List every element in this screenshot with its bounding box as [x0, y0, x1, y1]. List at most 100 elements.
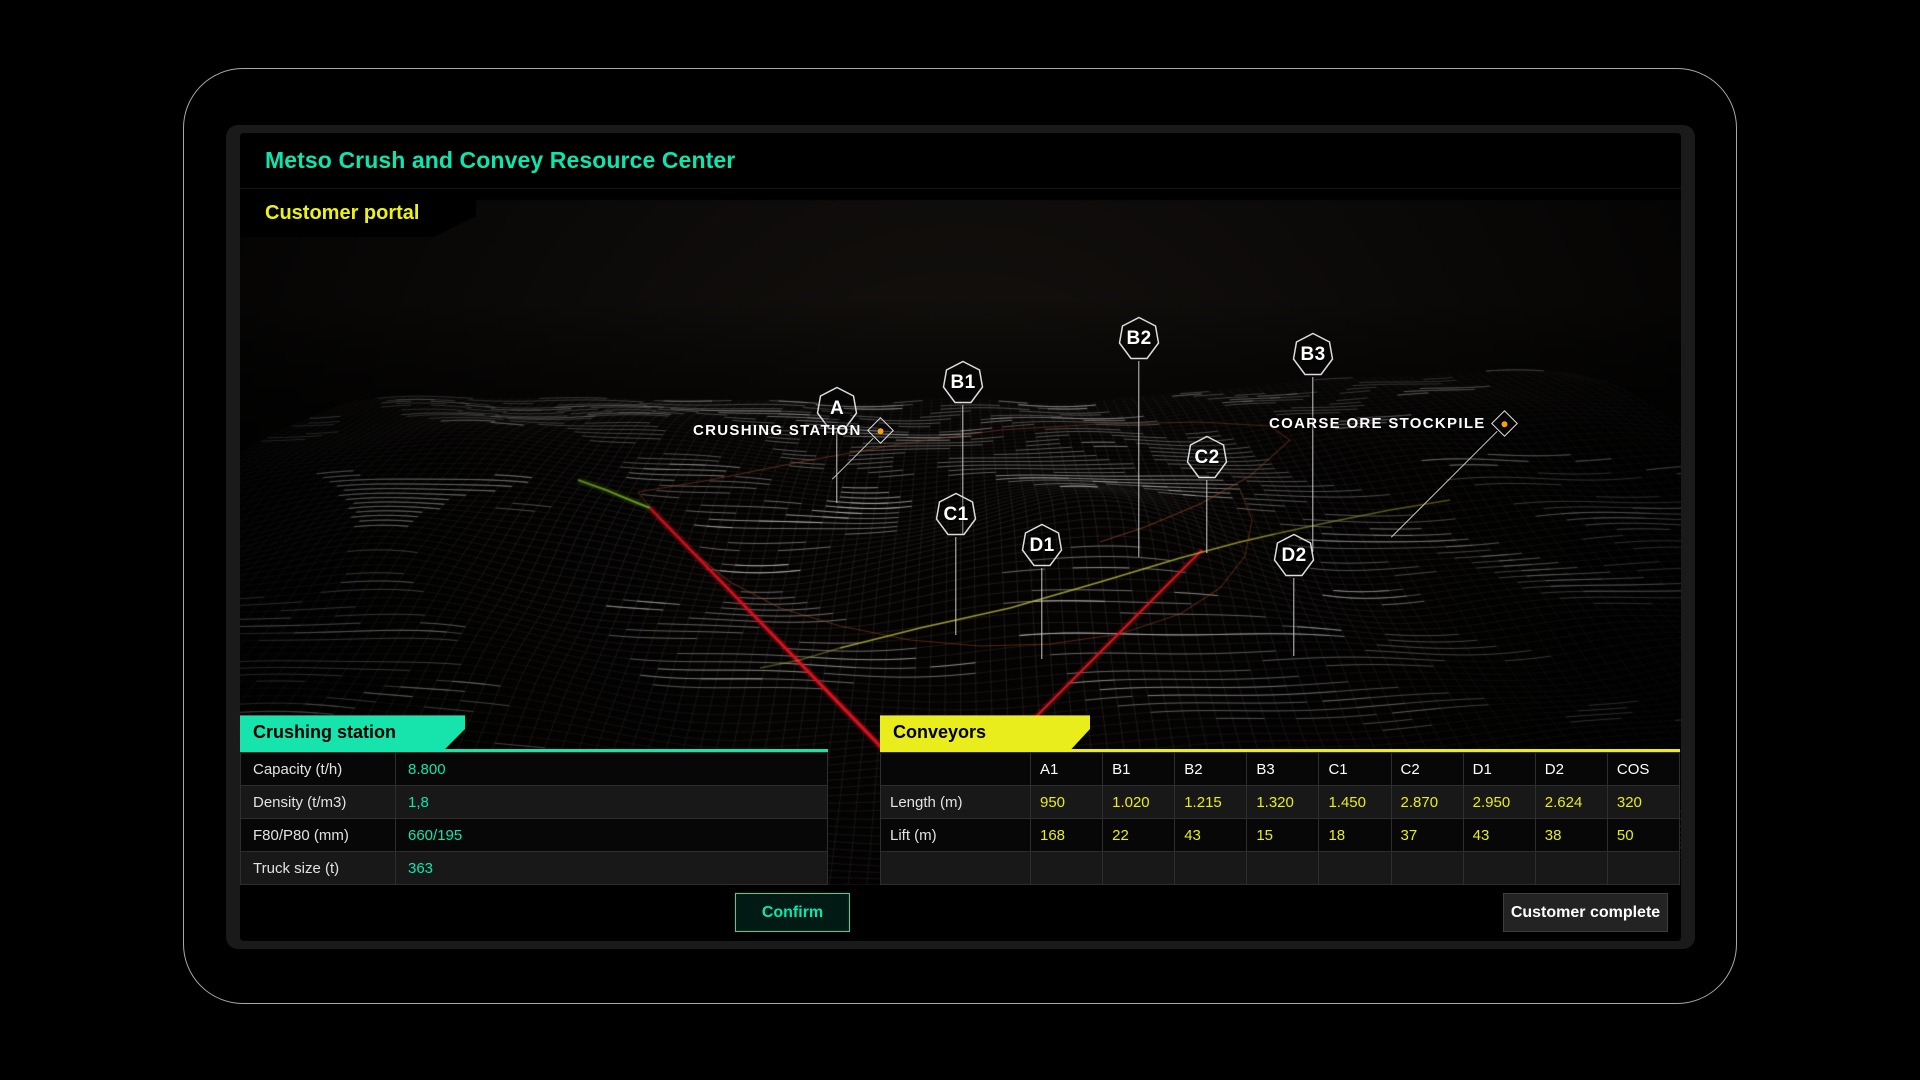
crushing-row-label: Capacity (t/h) — [240, 752, 396, 786]
conveyors-cell — [1246, 851, 1320, 885]
marker-stem — [1206, 480, 1208, 553]
diamond-pin-icon — [1390, 410, 1518, 538]
conveyors-tab-label: Conveyors — [893, 721, 987, 742]
conveyors-cell — [1102, 851, 1176, 885]
conveyors-cell: 2.950 — [1462, 785, 1536, 819]
table-row: Truck size (t) 363 — [240, 851, 828, 885]
conveyors-cell: 15 — [1246, 818, 1320, 852]
page-title: Metso Crush and Convey Resource Center — [265, 147, 736, 173]
crushing-row-value: 660/195 — [395, 818, 828, 852]
customer-complete-button[interactable]: Customer complete — [1503, 893, 1668, 932]
crushing-row-label: Density (t/m3) — [240, 785, 396, 819]
conveyors-cell: 2.870 — [1390, 785, 1464, 819]
conveyors-column-header — [880, 752, 1031, 786]
conveyors-cell — [1390, 851, 1464, 885]
map-marker-label: C1 — [943, 504, 969, 525]
marker-hexagon-icon: C1 — [935, 492, 977, 537]
conveyors-cell: 1.320 — [1246, 785, 1320, 819]
conveyors-table: A1 B1 B2 B3 C1 C2 D1 D2 COS Length (m) 950 1.020 1.… — [880, 752, 1681, 885]
conveyors-row-label: Lift (m) — [880, 818, 1031, 852]
table-row: Length (m) 950 1.020 1.215 1.320 1.450 2.870 2.… — [880, 785, 1681, 819]
conveyors-cell: 37 — [1390, 818, 1464, 852]
crushing-row-value: 8.800 — [395, 752, 828, 786]
crushing-row-label: F80/P80 (mm) — [240, 818, 396, 852]
diamond-pin-icon — [831, 417, 894, 480]
marker-stem — [836, 431, 838, 503]
conveyors-cell: 43 — [1462, 818, 1536, 852]
crushing-row-label: Truck size (t) — [240, 851, 396, 885]
tab-customer-portal[interactable]: Customer portal — [240, 190, 476, 237]
marker-stem — [1293, 578, 1295, 656]
map-pin-label: COARSE ORE STOCKPILE — [1269, 415, 1486, 432]
crushing-station-tab[interactable]: Crushing station — [240, 715, 465, 750]
map-marker-label: D1 — [1029, 535, 1055, 556]
conveyors-row-label — [880, 851, 1031, 885]
conveyors-row-label: Length (m) — [880, 785, 1031, 819]
conveyors-cell — [1174, 851, 1248, 885]
map-marker-label: D2 — [1281, 545, 1307, 566]
marker-hexagon-icon: C2 — [1186, 435, 1228, 480]
conveyors-column-header: COS — [1606, 752, 1681, 786]
marker-stem — [1041, 568, 1043, 659]
conveyors-cell: 38 — [1534, 818, 1608, 852]
map-marker-label: B1 — [950, 372, 976, 393]
crushing-station-panel: Crushing station Capacity (t/h) 8.800 Dens… — [240, 715, 828, 885]
conveyors-column-header: D2 — [1534, 752, 1608, 786]
crushing-row-value: 1,8 — [395, 785, 828, 819]
conveyors-cell — [1462, 851, 1536, 885]
marker-stem — [955, 537, 957, 635]
conveyors-cell: 18 — [1318, 818, 1392, 852]
footer-bar: Confirm Customer complete — [240, 885, 1681, 941]
crushing-station-table: Capacity (t/h) 8.800 Density (t/m3) 1,8 F80/… — [240, 752, 828, 885]
conveyors-cell: 320 — [1606, 785, 1681, 819]
marker-stem — [1312, 377, 1314, 552]
conveyors-column-header: C1 — [1318, 752, 1392, 786]
map-marker-label: B2 — [1126, 328, 1152, 349]
marker-hexagon-icon: B1 — [942, 360, 984, 405]
crushing-station-tab-label: Crushing station — [253, 721, 396, 742]
conveyors-cell — [1534, 851, 1608, 885]
conveyors-column-header: B2 — [1174, 752, 1248, 786]
table-row — [880, 851, 1681, 885]
conveyors-column-header: D1 — [1462, 752, 1536, 786]
conveyors-cell — [1606, 851, 1681, 885]
map-marker-label: B3 — [1300, 344, 1326, 365]
conveyors-column-header: B1 — [1102, 752, 1176, 786]
map-marker-label: C2 — [1194, 447, 1220, 468]
conveyors-cell: 50 — [1606, 818, 1681, 852]
marker-stem — [1138, 361, 1140, 557]
conveyors-cell: 43 — [1174, 818, 1248, 852]
conveyors-column-header: B3 — [1246, 752, 1320, 786]
map-pin-coarse-ore-stockpile[interactable]: COARSE ORE STOCKPILE — [1269, 410, 1518, 538]
tab-customer-portal-label: Customer portal — [265, 202, 420, 224]
map-pin-label: CRUSHING STATION — [693, 422, 862, 439]
marker-hexagon-icon: B2 — [1118, 316, 1160, 361]
conveyors-panel: Conveyors A1 B1 B2 B3 C1 C2 D1 D2 COS Length (m)… — [880, 715, 1681, 885]
conveyors-cell: 1.215 — [1174, 785, 1248, 819]
marker-hexagon-icon: B3 — [1292, 332, 1334, 377]
conveyors-cell: 1.450 — [1318, 785, 1392, 819]
conveyors-tab[interactable]: Conveyors — [880, 715, 1090, 750]
marker-hexagon-icon: D2 — [1273, 533, 1315, 578]
conveyors-cell: 168 — [1029, 818, 1104, 852]
app-header: Metso Crush and Convey Resource Center — [240, 133, 1681, 189]
marker-hexagon-icon: D1 — [1021, 523, 1063, 568]
table-row: Lift (m) 168 22 43 15 18 37 43 38 50 — [880, 818, 1681, 852]
conveyors-cell — [1029, 851, 1104, 885]
map-marker-label: A — [829, 398, 845, 419]
conveyors-column-header: C2 — [1390, 752, 1464, 786]
conveyors-cell: 22 — [1102, 818, 1176, 852]
conveyors-header-row: A1 B1 B2 B3 C1 C2 D1 D2 COS — [880, 752, 1681, 786]
table-row: F80/P80 (mm) 660/195 — [240, 818, 828, 852]
conveyors-cell: 1.020 — [1102, 785, 1176, 819]
table-row: Density (t/m3) 1,8 — [240, 785, 828, 819]
application-window: Metso Crush and Convey Resource Center A… — [240, 133, 1681, 941]
conveyors-column-header: A1 — [1029, 752, 1104, 786]
conveyors-cell: 2.624 — [1534, 785, 1608, 819]
confirm-button[interactable]: Confirm — [735, 893, 850, 932]
conveyors-cell: 950 — [1029, 785, 1104, 819]
crushing-row-value: 363 — [395, 851, 828, 885]
conveyors-cell — [1318, 851, 1392, 885]
table-row: Capacity (t/h) 8.800 — [240, 752, 828, 786]
map-pin-crushing-station[interactable]: CRUSHING STATION — [693, 417, 894, 480]
